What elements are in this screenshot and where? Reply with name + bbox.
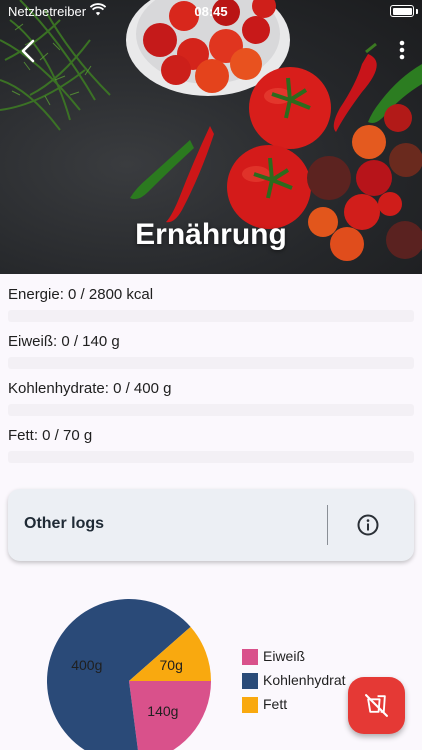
stat-row-protein: Eiweiß: 0 / 140 g bbox=[0, 323, 422, 369]
no-food-fab[interactable] bbox=[348, 677, 405, 734]
legend-swatch-fat bbox=[242, 697, 258, 713]
legend-label-protein: Eiweiß bbox=[263, 648, 306, 664]
back-button[interactable] bbox=[14, 36, 44, 66]
legend-label-carbs: Kohlenhydrat bbox=[263, 672, 346, 688]
stat-carbs-text: Kohlenhydrate: 0 / 400 g bbox=[8, 380, 172, 397]
stat-fat-text: Fett: 0 / 70 g bbox=[8, 427, 93, 444]
battery-icon bbox=[390, 5, 414, 17]
other-logs-title: Other logs bbox=[24, 515, 105, 532]
pie-label-fett: 70g bbox=[160, 657, 183, 673]
more-options-button[interactable] bbox=[394, 36, 410, 66]
pie-label-eiweiß: 140g bbox=[147, 703, 178, 719]
macro-pie-chart: 140g 400g 70g bbox=[47, 599, 211, 750]
stat-energy-text: Energie: 0 / 2800 kcal bbox=[8, 286, 154, 303]
stat-row-carbs: Kohlenhydrate: 0 / 400 g bbox=[0, 370, 422, 416]
more-vert-icon bbox=[399, 40, 405, 60]
stat-protein-bar bbox=[8, 357, 414, 369]
stat-carbs-bar bbox=[8, 404, 414, 416]
stat-energy-bar bbox=[8, 310, 414, 322]
info-button[interactable] bbox=[356, 513, 380, 537]
status-time: 08:45 bbox=[194, 4, 228, 19]
card-divider bbox=[327, 505, 328, 545]
pie-label-kohlenhydrate: 400g bbox=[71, 657, 102, 673]
legend-swatch-carbs bbox=[242, 673, 258, 689]
legend-swatch-protein bbox=[242, 649, 258, 665]
info-icon bbox=[357, 514, 379, 536]
stat-protein-text: Eiweiß: 0 / 140 g bbox=[8, 333, 120, 350]
no-food-icon bbox=[365, 694, 388, 717]
stat-row-fat: Fett: 0 / 70 g bbox=[0, 417, 422, 463]
status-bar: Netzbetreiber 08:45 bbox=[0, 0, 422, 24]
header-image: Netzbetreiber 08:45 Ernährung bbox=[0, 0, 422, 274]
other-logs-card[interactable]: Other logs bbox=[8, 489, 414, 561]
battery-nub bbox=[416, 9, 418, 14]
page-title: Ernährung bbox=[135, 218, 287, 251]
legend-label-fat: Fett bbox=[263, 696, 288, 712]
stat-row-energy: Energie: 0 / 2800 kcal bbox=[0, 276, 422, 322]
chevron-left-icon bbox=[21, 39, 35, 63]
stat-fat-bar bbox=[8, 451, 414, 463]
